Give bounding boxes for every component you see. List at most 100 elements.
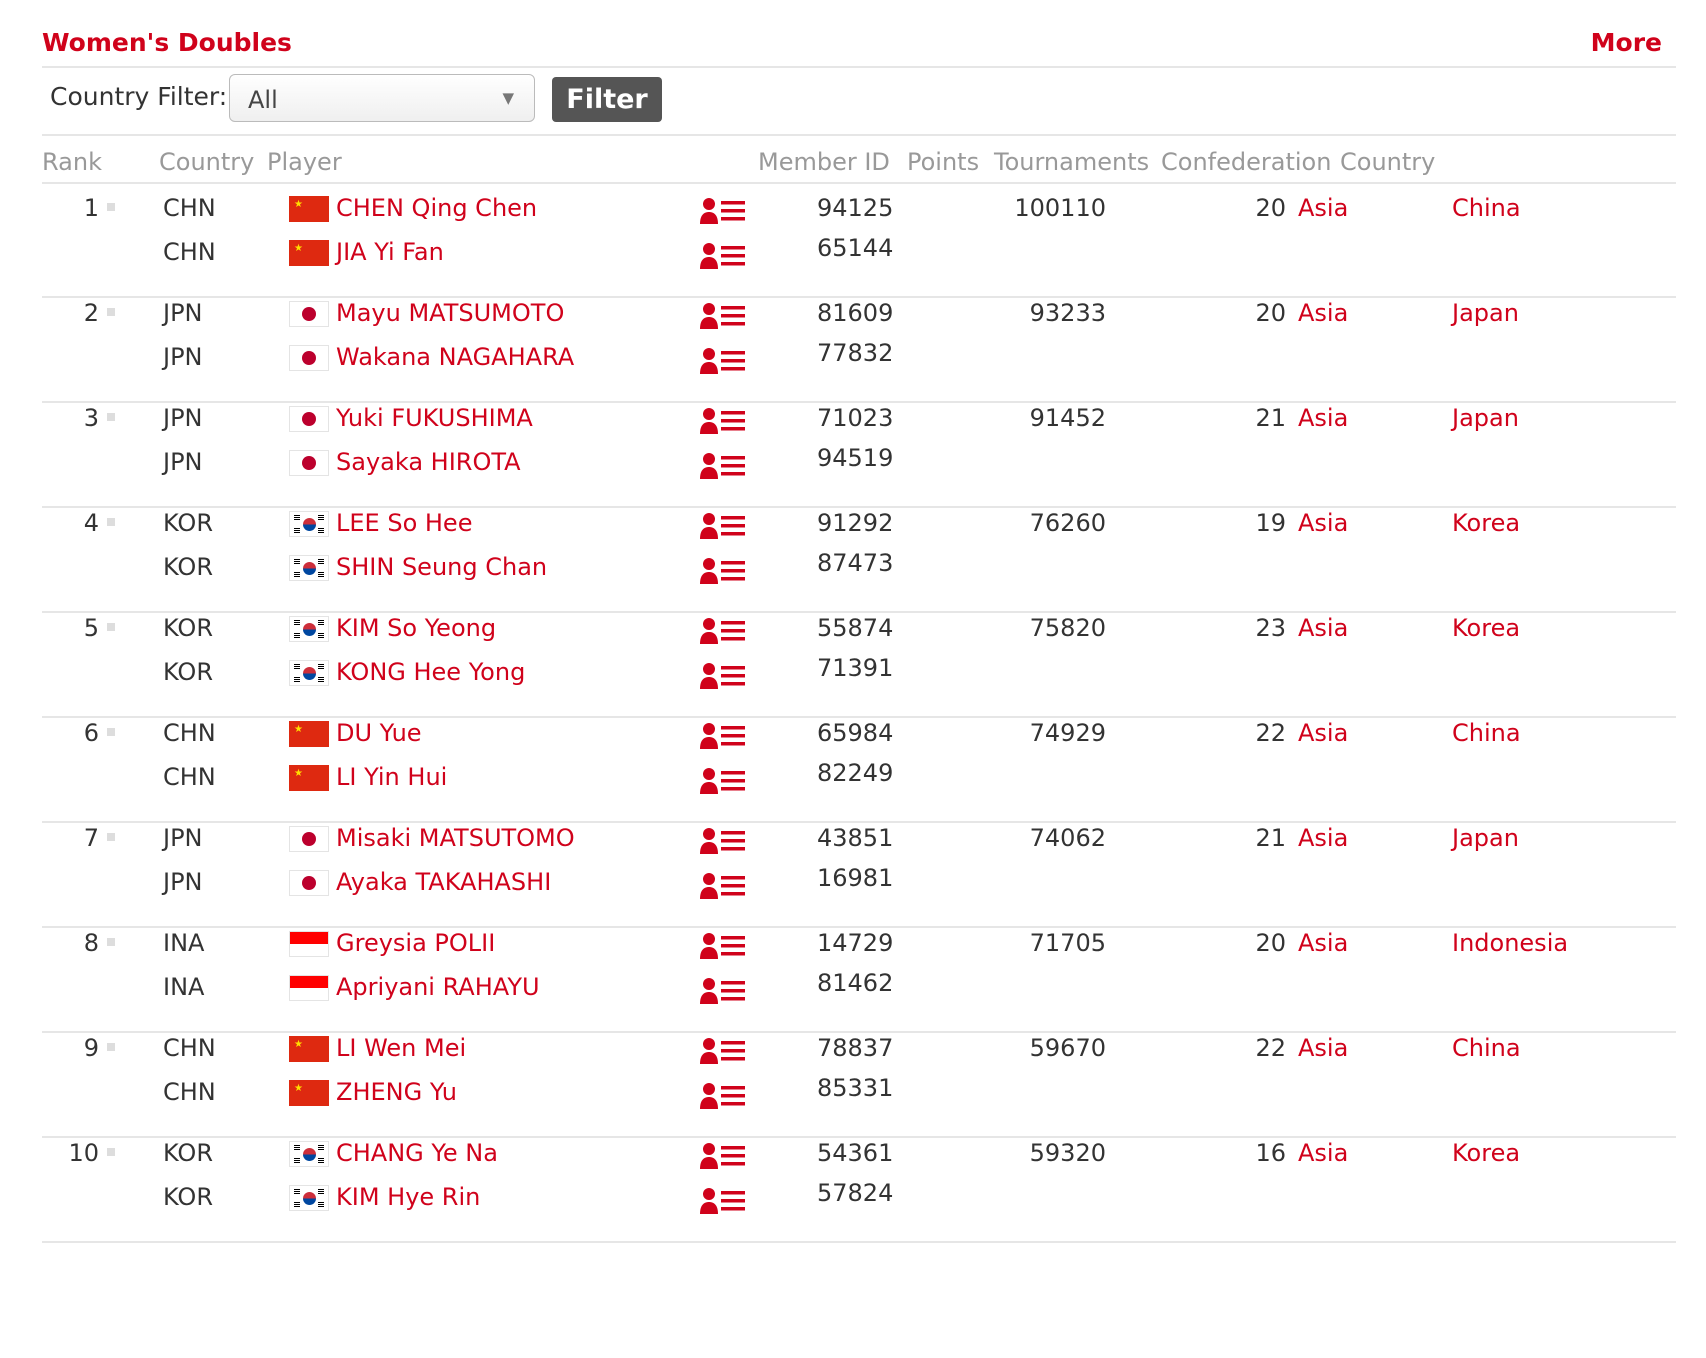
player-profile-icon[interactable] <box>700 512 746 540</box>
widget-header: Women's Doubles More <box>42 28 1676 68</box>
player-name-link[interactable]: JIA Yi Fan <box>336 238 444 266</box>
japan-flag-icon <box>289 870 329 896</box>
country-link[interactable]: Japan <box>1452 404 1519 432</box>
player-profile-icon[interactable] <box>700 302 746 330</box>
country-code: KOR <box>163 509 213 537</box>
player-name-link[interactable]: DU Yue <box>336 719 422 747</box>
member-id: 55874 <box>817 614 894 642</box>
country-code: JPN <box>163 448 203 476</box>
points: 74929 <box>1029 719 1106 747</box>
country-link[interactable]: China <box>1452 719 1521 747</box>
rank: 5 <box>83 614 99 642</box>
player-name-link[interactable]: LEE So Hee <box>336 509 472 537</box>
player-profile-icon[interactable] <box>700 722 746 750</box>
player-profile-icon[interactable] <box>700 347 746 375</box>
player-name-link[interactable]: Wakana NAGAHARA <box>336 343 574 371</box>
points: 71705 <box>1029 929 1106 957</box>
player-profile-icon[interactable] <box>700 662 746 690</box>
player-name-link[interactable]: Greysia POLII <box>336 929 495 957</box>
player-profile-icon[interactable] <box>700 1037 746 1065</box>
player-profile-icon[interactable] <box>700 407 746 435</box>
player-profile-icon[interactable] <box>700 977 746 1005</box>
player-profile-icon[interactable] <box>700 932 746 960</box>
tournaments: 19 <box>1255 509 1286 537</box>
rankings-widget: Women's Doubles More Country Filter: All… <box>0 0 1706 1358</box>
player-name-link[interactable]: Apriyani RAHAYU <box>336 973 540 1001</box>
player-name-link[interactable]: KIM Hye Rin <box>336 1183 480 1211</box>
player-name-link[interactable]: LI Wen Mei <box>336 1034 466 1062</box>
player-name-link[interactable]: KONG Hee Yong <box>336 658 525 686</box>
player-profile-icon[interactable] <box>700 767 746 795</box>
member-id: 78837 <box>817 1034 894 1062</box>
col-tournaments: Tournaments <box>994 148 1150 176</box>
country-link[interactable]: China <box>1452 194 1521 222</box>
country-code: CHN <box>163 1034 216 1062</box>
confederation-link[interactable]: Asia <box>1298 404 1348 432</box>
player-profile-icon[interactable] <box>700 452 746 480</box>
player-profile-icon[interactable] <box>700 1082 746 1110</box>
confederation-link[interactable]: Asia <box>1298 1034 1348 1062</box>
confederation-link[interactable]: Asia <box>1298 929 1348 957</box>
country-link[interactable]: Korea <box>1452 614 1520 642</box>
table-row: 3 JPN Yuki FUKUSHIMA 71023 JPN Sayaka HIROTA 9… <box>42 392 1676 508</box>
korea-flag-icon <box>289 511 329 537</box>
confederation-link[interactable]: Asia <box>1298 824 1348 852</box>
more-link[interactable]: More <box>1591 28 1662 57</box>
country-link[interactable]: Korea <box>1452 509 1520 537</box>
country-link[interactable]: Japan <box>1452 299 1519 327</box>
confederation-link[interactable]: Asia <box>1298 1139 1348 1167</box>
japan-flag-icon <box>289 345 329 371</box>
points: 76260 <box>1029 509 1106 537</box>
country-code: JPN <box>163 343 203 371</box>
points: 91452 <box>1029 404 1106 432</box>
confederation-link[interactable]: Asia <box>1298 509 1348 537</box>
rank: 10 <box>68 1139 99 1167</box>
col-rank: Rank <box>42 148 102 176</box>
player-profile-icon[interactable] <box>700 872 746 900</box>
country-code: JPN <box>163 868 203 896</box>
player-name-link[interactable]: SHIN Seung Chan <box>336 553 547 581</box>
player-profile-icon[interactable] <box>700 197 746 225</box>
rank: 1 <box>83 194 99 222</box>
country-link[interactable]: Indonesia <box>1452 929 1568 957</box>
country-code: KOR <box>163 1183 213 1211</box>
rank: 9 <box>83 1034 99 1062</box>
player-name-link[interactable]: Misaki MATSUTOMO <box>336 824 575 852</box>
player-name-link[interactable]: CHANG Ye Na <box>336 1139 498 1167</box>
points: 59320 <box>1029 1139 1106 1167</box>
player-name-link[interactable]: ZHENG Yu <box>336 1078 457 1106</box>
member-id: 57824 <box>817 1179 894 1207</box>
player-name-link[interactable]: CHEN Qing Chen <box>336 194 537 222</box>
confederation-link[interactable]: Asia <box>1298 299 1348 327</box>
country-code: KOR <box>163 658 213 686</box>
player-name-link[interactable]: Mayu MATSUMOTO <box>336 299 564 327</box>
points: 93233 <box>1029 299 1106 327</box>
filter-button[interactable]: Filter <box>552 77 662 122</box>
country-link[interactable]: Korea <box>1452 1139 1520 1167</box>
korea-flag-icon <box>289 1141 329 1167</box>
player-name-link[interactable]: Yuki FUKUSHIMA <box>336 404 533 432</box>
player-profile-icon[interactable] <box>700 242 746 270</box>
tournaments: 16 <box>1255 1139 1286 1167</box>
player-profile-icon[interactable] <box>700 557 746 585</box>
china-flag-icon: ★ <box>289 196 329 222</box>
player-profile-icon[interactable] <box>700 827 746 855</box>
country-link[interactable]: Japan <box>1452 824 1519 852</box>
country-link[interactable]: China <box>1452 1034 1521 1062</box>
country-code: CHN <box>163 194 216 222</box>
player-profile-icon[interactable] <box>700 617 746 645</box>
player-name-link[interactable]: Ayaka TAKAHASHI <box>336 868 551 896</box>
rank: 3 <box>83 404 99 432</box>
player-name-link[interactable]: KIM So Yeong <box>336 614 496 642</box>
confederation-link[interactable]: Asia <box>1298 194 1348 222</box>
player-profile-icon[interactable] <box>700 1142 746 1170</box>
confederation-link[interactable]: Asia <box>1298 614 1348 642</box>
china-flag-icon: ★ <box>289 240 329 266</box>
player-profile-icon[interactable] <box>700 1187 746 1215</box>
col-points: Points <box>907 148 980 176</box>
member-id: 82249 <box>817 759 894 787</box>
confederation-link[interactable]: Asia <box>1298 719 1348 747</box>
player-name-link[interactable]: Sayaka HIROTA <box>336 448 521 476</box>
player-name-link[interactable]: LI Yin Hui <box>336 763 447 791</box>
country-filter-select[interactable]: All ▼ <box>229 74 535 122</box>
